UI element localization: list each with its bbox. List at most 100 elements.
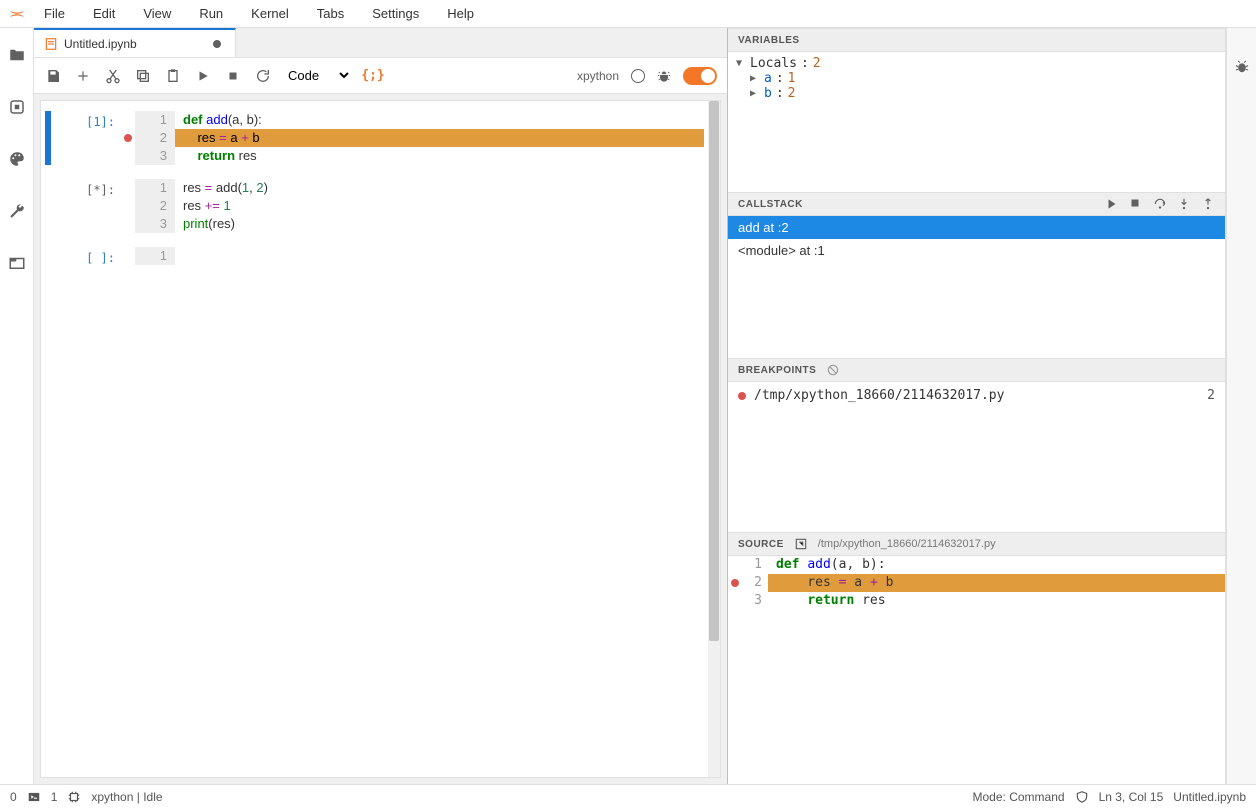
tabs-icon[interactable] xyxy=(8,254,26,272)
source-body: 1def add(a, b):2 res = a + b3 return res xyxy=(728,556,1225,784)
variable-row[interactable]: ▶a: 1 xyxy=(736,71,1217,86)
open-source-icon[interactable] xyxy=(794,537,808,551)
cursor-position: Ln 3, Col 15 xyxy=(1099,790,1164,804)
bug-icon xyxy=(657,69,671,83)
code-editor[interactable]: 1def add(a, b):2 res = a + b3 return res xyxy=(135,111,704,165)
menu-kernel[interactable]: Kernel xyxy=(239,2,301,25)
menu-edit[interactable]: Edit xyxy=(81,2,127,25)
breakpoints-header[interactable]: BREAKPOINTS xyxy=(728,358,1225,382)
kernel-status-text[interactable]: xpython | Idle xyxy=(91,790,162,804)
debug-toggle[interactable] xyxy=(683,67,717,85)
continue-icon[interactable] xyxy=(1105,197,1119,211)
breakpoint-file: /tmp/xpython_18660/2114632017.py xyxy=(754,388,1199,403)
callstack-header[interactable]: CALLSTACK xyxy=(728,192,1225,216)
step-over-icon[interactable] xyxy=(1153,197,1167,211)
breakpoint-gutter[interactable] xyxy=(728,556,742,574)
breakpoint-gutter[interactable] xyxy=(728,592,742,610)
menu-file[interactable]: File xyxy=(32,2,77,25)
status-bar: 0 1 xpython | Idle Mode: Command Ln 3, C… xyxy=(0,784,1256,808)
scope-count: 2 xyxy=(813,56,821,71)
breakpoint-gutter[interactable] xyxy=(121,247,135,265)
stack-frame[interactable]: add at :2 xyxy=(728,216,1225,239)
wrench-icon[interactable] xyxy=(8,202,26,220)
unsaved-indicator-icon[interactable] xyxy=(213,40,221,48)
folder-icon[interactable] xyxy=(8,46,26,64)
tab-bar: Untitled.ipynb xyxy=(34,28,727,58)
restart-icon[interactable] xyxy=(254,67,272,85)
breakpoint-dot-icon[interactable] xyxy=(731,579,739,587)
code-cell[interactable]: [ ]: 1 xyxy=(45,247,704,265)
kernel-name[interactable]: xpython xyxy=(577,69,619,83)
menu-settings[interactable]: Settings xyxy=(360,2,431,25)
breakpoint-dot-icon[interactable] xyxy=(124,134,132,142)
code-line: res = a + b xyxy=(768,574,1225,592)
variable-row[interactable]: ▶b: 2 xyxy=(736,86,1217,101)
breakpoint-gutter[interactable] xyxy=(121,111,135,165)
code-editor[interactable]: 1res = add(1, 2)2res += 13print(res) xyxy=(135,179,704,233)
kernel-chip-icon[interactable] xyxy=(67,790,81,804)
running-icon[interactable] xyxy=(8,98,26,116)
scope-row[interactable]: ▼ Locals: 2 xyxy=(736,56,1217,71)
cell-prompt: [ ]: xyxy=(51,247,121,265)
cell-type-select[interactable]: Code xyxy=(284,67,352,84)
save-icon[interactable] xyxy=(44,67,62,85)
source-header[interactable]: SOURCE /tmp/xpython_18660/2114632017.py xyxy=(728,532,1225,556)
code-line[interactable]: res = add(1, 2) xyxy=(175,179,704,197)
line-number: 3 xyxy=(742,592,768,610)
stop-icon[interactable] xyxy=(224,67,242,85)
breakpoints-body: /tmp/xpython_18660/2114632017.py2 xyxy=(728,382,1225,532)
status-file-name: Untitled.ipynb xyxy=(1173,790,1246,804)
code-line[interactable]: res = a + b xyxy=(175,129,704,147)
scrollbar[interactable] xyxy=(708,101,720,777)
breakpoint-row[interactable]: /tmp/xpython_18660/2114632017.py2 xyxy=(728,382,1225,409)
code-line: def add(a, b): xyxy=(768,556,1225,574)
line-number: 1 xyxy=(135,111,175,129)
menu-tabs[interactable]: Tabs xyxy=(305,2,356,25)
line-number: 2 xyxy=(135,197,175,215)
debug-cell-icon[interactable]: {;} xyxy=(364,67,382,85)
notebook-file-icon xyxy=(44,37,58,51)
code-line[interactable]: print(res) xyxy=(175,215,704,233)
status-left-0[interactable]: 0 xyxy=(10,790,17,804)
line-number: 2 xyxy=(742,574,768,592)
stack-frame[interactable]: <module> at :1 xyxy=(728,239,1225,262)
source-title: SOURCE xyxy=(738,539,784,550)
kernel-status-icon[interactable] xyxy=(631,69,645,83)
paste-icon[interactable] xyxy=(164,67,182,85)
variable-value: 2 xyxy=(788,86,796,101)
menu-run[interactable]: Run xyxy=(187,2,235,25)
callstack-title: CALLSTACK xyxy=(738,199,803,210)
tab-notebook[interactable]: Untitled.ipynb xyxy=(34,28,236,57)
code-line[interactable]: res += 1 xyxy=(175,197,704,215)
step-out-icon[interactable] xyxy=(1201,197,1215,211)
line-number: 1 xyxy=(135,179,175,197)
copy-icon[interactable] xyxy=(134,67,152,85)
status-left-1[interactable]: 1 xyxy=(51,790,58,804)
add-cell-icon[interactable] xyxy=(74,67,92,85)
callstack-body: add at :2<module> at :1 xyxy=(728,216,1225,358)
debugger-bug-icon[interactable] xyxy=(1233,58,1251,76)
code-cell[interactable]: [1]:1def add(a, b):2 res = a + b3 return… xyxy=(45,111,704,165)
run-icon[interactable] xyxy=(194,67,212,85)
terminate-icon[interactable] xyxy=(1129,197,1143,211)
notebook-toolbar: Code {;} xpython xyxy=(34,58,727,94)
code-line[interactable]: def add(a, b): xyxy=(175,111,704,129)
breakpoint-gutter[interactable] xyxy=(121,179,135,233)
cut-icon[interactable] xyxy=(104,67,122,85)
code-cell[interactable]: [*]:1res = add(1, 2)2res += 13print(res) xyxy=(45,179,704,233)
code-line[interactable]: return res xyxy=(175,147,704,165)
variables-header[interactable]: VARIABLES xyxy=(728,28,1225,52)
step-into-icon[interactable] xyxy=(1177,197,1191,211)
trusted-icon[interactable] xyxy=(1075,790,1089,804)
line-number: 3 xyxy=(135,147,175,165)
breakpoint-gutter[interactable] xyxy=(728,574,742,592)
terminal-icon[interactable] xyxy=(27,790,41,804)
code-line[interactable] xyxy=(175,247,704,265)
right-strip xyxy=(1226,28,1256,784)
line-number: 3 xyxy=(135,215,175,233)
code-editor[interactable]: 1 xyxy=(135,247,704,265)
menu-help[interactable]: Help xyxy=(435,2,486,25)
clear-breakpoints-icon[interactable] xyxy=(826,363,840,377)
menu-view[interactable]: View xyxy=(131,2,183,25)
palette-icon[interactable] xyxy=(8,150,26,168)
